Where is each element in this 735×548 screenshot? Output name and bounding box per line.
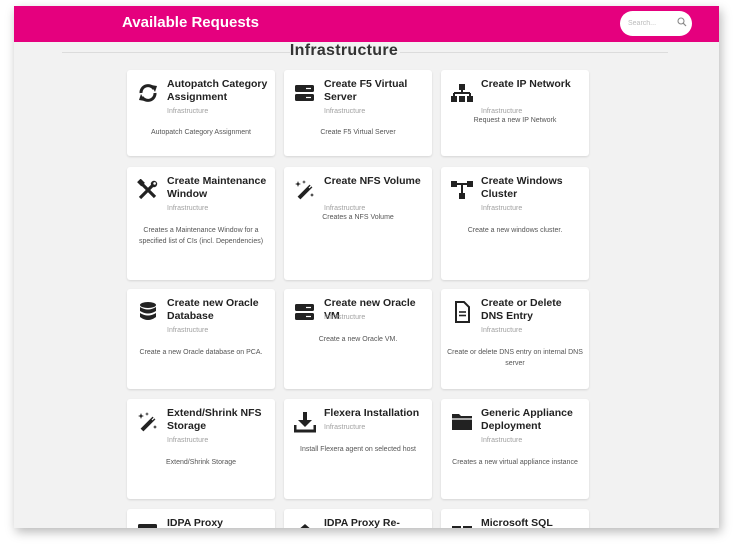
- refresh-icon: [139, 84, 157, 102]
- card-description: Extend/Shrink Storage: [165, 459, 237, 466]
- card-category: Infrastructure: [324, 108, 366, 115]
- card-category: Infrastructure: [324, 205, 366, 212]
- card-category: Infrastructure: [481, 437, 523, 444]
- section-divider-left: [62, 52, 290, 53]
- card-title: Generic Appliance Deployment: [481, 407, 573, 432]
- network-icon: [451, 84, 473, 102]
- app-window: Available Requests Infrastructure Autopa…: [14, 6, 719, 528]
- download-icon: [294, 412, 316, 433]
- page-title: Available Requests: [122, 14, 259, 31]
- card-title: Autopatch Category Assignment: [167, 78, 268, 103]
- card-description: Install Flexera agent on selected host: [300, 446, 416, 453]
- card-title: IDPA Proxy Re-: [324, 517, 400, 528]
- card-title: Create F5 Virtual Server: [324, 78, 408, 103]
- request-card-idpa-proxy[interactable]: IDPA Proxy: [127, 509, 275, 528]
- card-category: Infrastructure: [167, 327, 209, 334]
- card-category: Infrastructure: [167, 437, 209, 444]
- section-title: Infrastructure: [289, 42, 399, 59]
- magic-wand-icon: [295, 180, 314, 200]
- card-description: Create or delete DNS entry on internal D…: [447, 349, 583, 367]
- search-box[interactable]: [620, 11, 692, 36]
- card-title: Create IP Network: [481, 78, 571, 90]
- section-divider-right: [400, 52, 668, 53]
- card-category: Infrastructure: [167, 108, 209, 115]
- card-title: Extend/Shrink NFS Storage: [167, 407, 262, 432]
- card-title: IDPA Proxy: [167, 517, 224, 528]
- server-icon: [295, 85, 314, 101]
- card-description: Create a new Oracle database on PCA.: [139, 349, 263, 356]
- card-category: Infrastructure: [481, 205, 523, 212]
- search-icon[interactable]: [677, 17, 687, 27]
- request-card-generic-appliance[interactable]: Generic Appliance Deployment Infrastruct…: [441, 399, 589, 499]
- request-card-ip-network[interactable]: Create IP Network Infrastructure Request…: [441, 70, 589, 156]
- request-card-oracle-database[interactable]: Create new Oracle Database Infrastructur…: [127, 289, 275, 389]
- card-title: Create new Oracle Database: [167, 297, 259, 322]
- request-card-nfs-storage[interactable]: Extend/Shrink NFS Storage Infrastructure…: [127, 399, 275, 499]
- card-category: Infrastructure: [324, 424, 366, 431]
- card-category: Infrastructure: [167, 205, 209, 212]
- request-card-oracle-vm[interactable]: Create new Oracle VM Infrastructure Crea…: [284, 289, 432, 389]
- magic-wand-icon: [138, 412, 157, 432]
- card-description: Creates a NFS Volume: [322, 214, 394, 221]
- card-description: Create a new windows cluster.: [467, 227, 563, 234]
- network-icon: [300, 524, 310, 528]
- request-card-nfs-volume[interactable]: Create NFS Volume Infrastructure Creates…: [284, 167, 432, 280]
- request-card-windows-cluster[interactable]: Create Windows Cluster Infrastructure Cr…: [441, 167, 589, 280]
- card-category: Infrastructure: [481, 108, 523, 115]
- card-title: Create Windows Cluster: [481, 175, 563, 200]
- request-card-maintenance-window[interactable]: Create Maintenance Window Infrastructure…: [127, 167, 275, 280]
- card-description: Create a new Oracle VM.: [318, 336, 398, 343]
- card-description: Request a new IP Network: [473, 117, 557, 124]
- request-card-flexera[interactable]: Flexera Installation Infrastructure Inst…: [284, 399, 432, 499]
- card-title: Create or Delete DNS Entry: [481, 297, 562, 322]
- sitemap-icon: [451, 181, 473, 199]
- card-description: Create F5 Virtual Server: [320, 129, 396, 136]
- card-description: Autopatch Category Assignment: [150, 129, 251, 136]
- server-icon: [452, 526, 472, 528]
- database-icon: [140, 302, 156, 320]
- request-card-dns-entry[interactable]: Create or Delete DNS Entry Infrastructur…: [441, 289, 589, 389]
- card-title: Microsoft SQL Server: [481, 517, 553, 528]
- server-icon: [138, 524, 157, 528]
- request-card-autopatch[interactable]: Autopatch Category Assignment Infrastruc…: [127, 70, 275, 156]
- header-bar: Available Requests: [14, 6, 719, 42]
- card-title: Create Maintenance Window: [167, 175, 267, 200]
- server-icon: [295, 304, 314, 320]
- search-input[interactable]: [628, 17, 672, 30]
- document-icon: [455, 301, 470, 323]
- request-card-idpa-proxy-re[interactable]: IDPA Proxy Re-: [284, 509, 432, 528]
- folder-icon: [452, 414, 472, 430]
- card-description: Creates a Maintenance Window for a speci…: [138, 227, 264, 245]
- card-category: Infrastructure: [481, 327, 523, 334]
- card-title: Flexera Installation: [324, 407, 420, 419]
- card-description: Creates a new virtual appliance instance: [452, 459, 578, 466]
- card-category: Infrastructure: [324, 314, 366, 321]
- request-card-f5-server[interactable]: Create F5 Virtual Server Infrastructure …: [284, 70, 432, 156]
- request-card-mssql[interactable]: Microsoft SQL Server: [441, 509, 589, 528]
- tools-icon: [137, 179, 158, 200]
- card-title: Create NFS Volume: [324, 175, 421, 187]
